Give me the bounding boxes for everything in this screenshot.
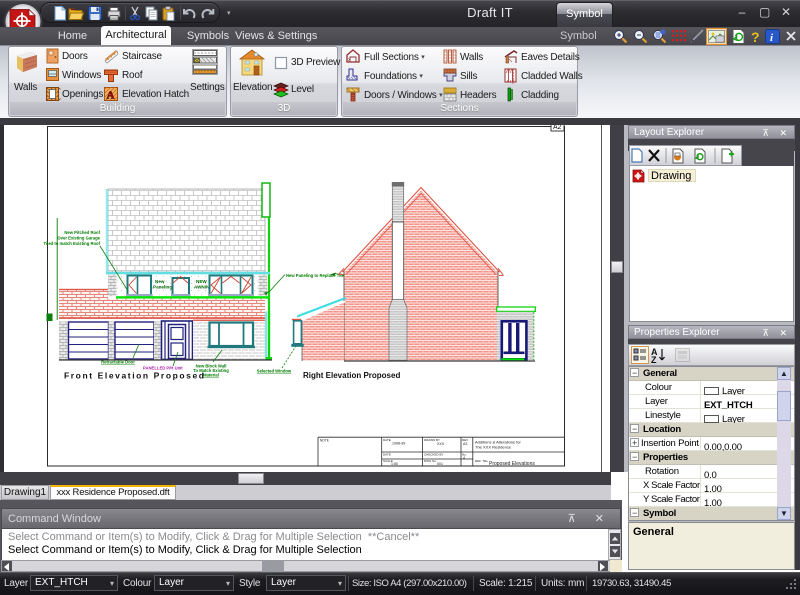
svg-text:New: New (155, 279, 165, 284)
svg-text:Front Elevation Proposed: Front Elevation Proposed (64, 371, 204, 381)
svg-text:XXX: XXX (437, 442, 445, 446)
svg-text:NEW: NEW (196, 279, 207, 284)
svg-text:Tiled to match Existing Roof: Tiled to match Existing Roof (44, 241, 101, 246)
svg-text:DWG No.: DWG No. (424, 459, 437, 463)
svg-text:DATE: DATE (383, 438, 391, 442)
svg-text:1:50: 1:50 (391, 462, 398, 466)
svg-text:Z: Z (651, 355, 657, 364)
svg-text:REF. Title: REF. Title (475, 459, 488, 463)
svg-text:NOTE: NOTE (320, 439, 329, 443)
svg-text:001: 001 (437, 462, 443, 466)
svg-text:1998-99: 1998-99 (392, 442, 405, 446)
svg-text:Over Existing Garage: Over Existing Garage (57, 235, 100, 240)
svg-text:?: ? (751, 29, 760, 45)
svg-text:The XXX Residence: The XXX Residence (475, 445, 512, 450)
svg-text:New Pitched Roof: New Pitched Roof (64, 230, 100, 235)
svg-text:A: A (107, 90, 115, 102)
svg-text:Proposed Elevations: Proposed Elevations (489, 461, 535, 467)
svg-text:Right Elevation Proposed: Right Elevation Proposed (303, 371, 400, 380)
svg-text:CHECKED BY: CHECKED BY (424, 453, 444, 457)
svg-text:A3: A3 (463, 442, 467, 446)
svg-text:Selected Window: Selected Window (257, 369, 292, 374)
svg-text:A2: A2 (553, 125, 562, 131)
svg-text:Material: Material (203, 373, 219, 378)
svg-text:4: 4 (463, 456, 465, 460)
svg-text:Paneling: Paneling (153, 285, 172, 290)
svg-text:Retractable Door: Retractable Door (101, 360, 135, 365)
svg-text:DATE: DATE (383, 453, 391, 457)
